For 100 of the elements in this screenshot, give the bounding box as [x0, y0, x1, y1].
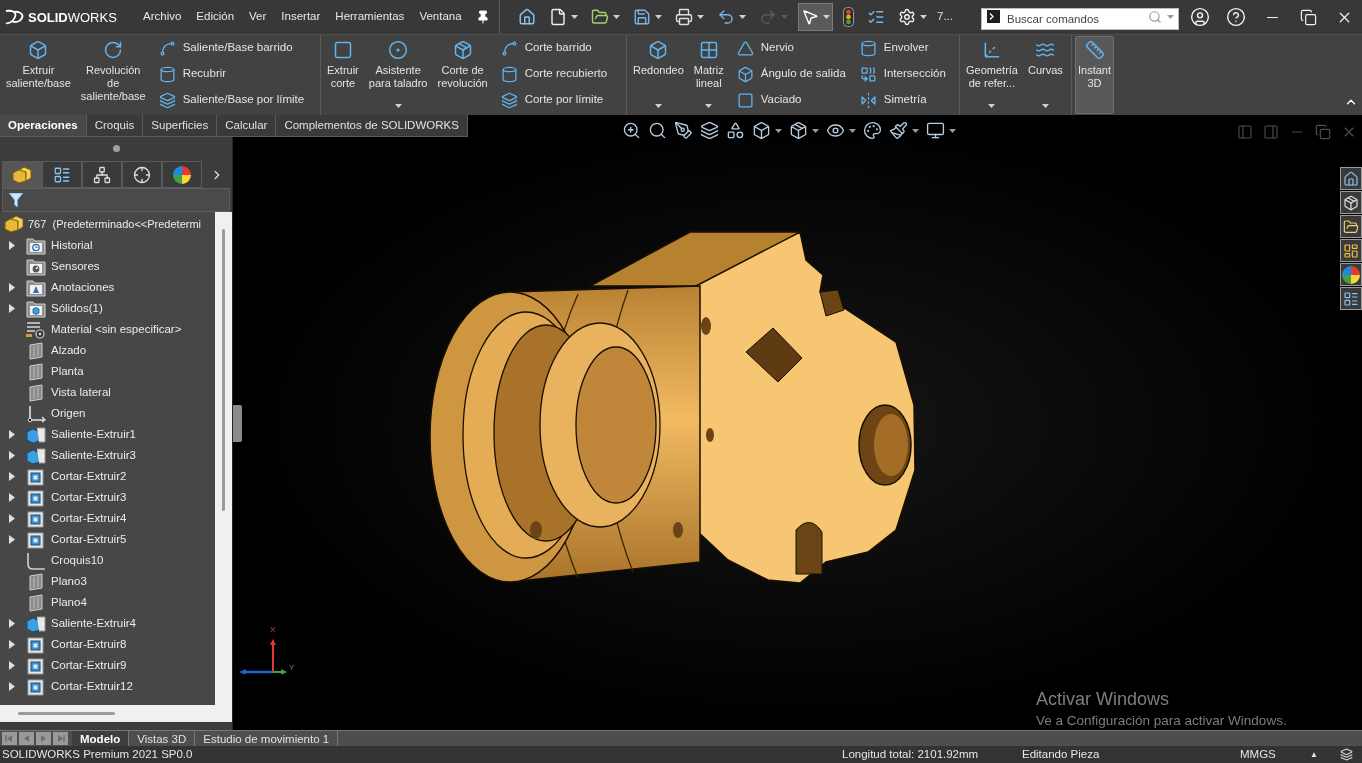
bottom-tab[interactable]: Modelo: [72, 731, 130, 746]
expand-arrow-icon[interactable]: [9, 241, 15, 250]
task-pane-tab[interactable]: [1340, 215, 1362, 238]
scrollbar-thumb[interactable]: [222, 229, 225, 511]
menu-item[interactable]: Archivo: [143, 5, 182, 29]
ribbon-button[interactable]: Extruir corte: [324, 36, 362, 114]
tree-item[interactable]: Cortar-Extruir5: [0, 529, 215, 550]
ribbon-button[interactable]: Recubrir: [154, 61, 309, 87]
expand-arrow-icon[interactable]: [9, 472, 15, 481]
tree-item[interactable]: Cortar-Extruir8: [0, 634, 215, 655]
filter-field[interactable]: [2, 188, 230, 212]
package-icon[interactable]: [789, 121, 808, 140]
vertical-scrollbar[interactable]: [215, 212, 232, 705]
expand-arrow-icon[interactable]: [9, 283, 15, 292]
tree-item[interactable]: Croquis10: [0, 550, 215, 571]
ribbon-button[interactable]: Geometría de refer...: [963, 36, 1021, 114]
tree-item[interactable]: Cortar-Extruir2: [0, 466, 215, 487]
grip-dot-icon[interactable]: [112, 145, 120, 152]
tree-item[interactable]: Alzado: [0, 340, 215, 361]
eye-icon[interactable]: [826, 121, 845, 140]
panel-tab[interactable]: [2, 161, 42, 188]
expand-arrow-icon[interactable]: [9, 661, 15, 670]
tree-item[interactable]: Cortar-Extruir3: [0, 487, 215, 508]
pin-icon[interactable]: [476, 10, 490, 24]
menu-item[interactable]: Ventana: [419, 5, 462, 29]
tree-item[interactable]: Plano3: [0, 571, 215, 592]
expand-arrow-icon[interactable]: [9, 514, 15, 523]
tree-item[interactable]: Anotaciones: [0, 277, 215, 298]
ribbon-button[interactable]: Corte de revolución: [434, 36, 491, 114]
monitor-icon[interactable]: [926, 121, 945, 140]
ribbon-button[interactable]: Corte barrido: [496, 35, 612, 61]
tree-item[interactable]: Plano4: [0, 592, 215, 613]
ribbon-button[interactable]: Intersección: [855, 61, 950, 87]
expand-arrow-icon[interactable]: [9, 493, 15, 502]
menu-item[interactable]: Herramientas: [335, 5, 405, 29]
ribbon-button[interactable]: Matriz lineal: [690, 36, 727, 114]
cube-icon[interactable]: [752, 121, 771, 140]
help-icon[interactable]: [1226, 7, 1246, 27]
task-pane-tab[interactable]: [1340, 287, 1362, 310]
tree-item[interactable]: 767 (Predeterminado<<Predetermi: [0, 213, 215, 235]
magnifier-icon[interactable]: [648, 121, 667, 140]
tree-item[interactable]: Sensores: [0, 256, 215, 277]
horizontal-scrollbar[interactable]: [0, 705, 232, 722]
scrollbar-thumb[interactable]: [18, 712, 115, 715]
ribbon-button[interactable]: Revolución de saliente/base: [77, 36, 149, 114]
expand-arrow-icon[interactable]: [9, 682, 15, 691]
ribbon-button[interactable]: Nervio: [732, 35, 850, 61]
panel-tab[interactable]: [162, 161, 202, 188]
search-field[interactable]: Buscar comandos: [981, 8, 1179, 30]
menu-item[interactable]: Edición: [196, 5, 235, 29]
zoom-in-icon[interactable]: [622, 121, 641, 140]
expand-arrow-icon[interactable]: [9, 640, 15, 649]
tree-item[interactable]: Origen: [0, 403, 215, 424]
ribbon-button[interactable]: Redondeo: [630, 36, 687, 114]
task-pane-tab[interactable]: [1340, 239, 1362, 262]
units-menu-arrow[interactable]: ▲: [1310, 748, 1340, 761]
expand-arrow-icon[interactable]: [9, 451, 15, 460]
select-button[interactable]: [798, 3, 833, 31]
tree-item[interactable]: Saliente-Extruir1: [0, 424, 215, 445]
panel-tab[interactable]: [122, 161, 162, 188]
menu-item[interactable]: Insertar: [281, 5, 321, 29]
tree-item[interactable]: Cortar-Extruir9: [0, 655, 215, 676]
layers-icon[interactable]: [700, 121, 719, 140]
restore-icon[interactable]: [1299, 8, 1317, 26]
ribbon-button[interactable]: Corte recubierto: [496, 61, 612, 87]
brush-icon[interactable]: [889, 121, 908, 140]
command-tab[interactable]: Operaciones: [0, 115, 87, 136]
palette-icon[interactable]: [863, 121, 882, 140]
ribbon-button[interactable]: Simetría: [855, 87, 950, 113]
ribbon-button[interactable]: Instant 3D: [1075, 36, 1115, 114]
shapes-icon[interactable]: [726, 121, 745, 140]
ribbon-button[interactable]: Corte por límite: [496, 87, 612, 113]
ribbon-button[interactable]: Envolver: [855, 35, 950, 61]
tree-item[interactable]: Cortar-Extruir12: [0, 676, 215, 697]
task-pane-tab[interactable]: [1340, 263, 1362, 286]
tree-item[interactable]: Sólidos(1): [0, 298, 215, 319]
tree-item[interactable]: Saliente-Extruir4: [0, 613, 215, 634]
tree-item[interactable]: Material <sin especificar>: [0, 319, 215, 340]
ribbon-button[interactable]: Curvas: [1024, 36, 1066, 114]
ribbon-button[interactable]: Ángulo de salida: [732, 61, 850, 87]
layers-icon[interactable]: [1340, 748, 1353, 761]
pen-icon[interactable]: [674, 121, 693, 140]
expand-arrow-icon[interactable]: [9, 430, 15, 439]
panel-tab[interactable]: [42, 161, 82, 188]
expand-arrow-icon[interactable]: [9, 304, 15, 313]
panel-tab[interactable]: [82, 161, 122, 188]
ribbon-button[interactable]: Asistente para taladro: [365, 36, 431, 114]
ribbon-button[interactable]: Extruir saliente/base: [3, 36, 74, 114]
overflow-button[interactable]: 7...: [937, 8, 953, 26]
ribbon-button[interactable]: Vaciado: [732, 87, 850, 113]
tree-item[interactable]: Saliente-Extruir3: [0, 445, 215, 466]
ribbon-button[interactable]: Saliente/Base barrido: [154, 35, 309, 61]
tree-item[interactable]: Vista lateral: [0, 382, 215, 403]
task-pane-tab[interactable]: [1340, 167, 1362, 190]
splitter-handle[interactable]: [233, 405, 242, 442]
tree-item[interactable]: Planta: [0, 361, 215, 382]
expand-arrow-icon[interactable]: [9, 535, 15, 544]
units-label[interactable]: MMGS: [1240, 745, 1310, 763]
expand-arrow-icon[interactable]: [9, 619, 15, 628]
ribbon-button[interactable]: Saliente/Base por límite: [154, 87, 309, 113]
